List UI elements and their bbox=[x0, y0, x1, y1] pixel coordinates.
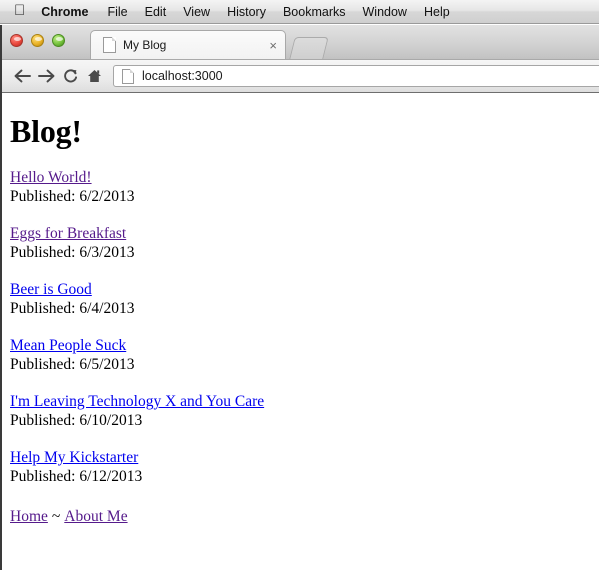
nav-link-home[interactable]: Home bbox=[10, 508, 48, 525]
page-icon bbox=[122, 68, 134, 84]
back-arrow-icon[interactable] bbox=[10, 64, 34, 88]
home-icon[interactable] bbox=[82, 64, 106, 88]
page-icon bbox=[103, 37, 116, 53]
menu-item-history[interactable]: History bbox=[227, 5, 266, 19]
post-link-mean-people-suck[interactable]: Mean People Suck bbox=[10, 337, 126, 354]
address-bar[interactable]: localhost:3000 bbox=[113, 65, 599, 87]
new-tab-button[interactable] bbox=[289, 37, 329, 59]
menu-item-help[interactable]: Help bbox=[424, 5, 450, 19]
post-link-eggs-for-breakfast[interactable]: Eggs for Breakfast bbox=[10, 225, 126, 242]
menu-item-view[interactable]: View bbox=[183, 5, 210, 19]
zoom-window-button[interactable] bbox=[52, 34, 65, 47]
nav-link-about-me[interactable]: About Me bbox=[64, 508, 127, 525]
post-published-date: Published: 6/3/2013 bbox=[10, 244, 135, 261]
reload-icon[interactable] bbox=[58, 64, 82, 88]
post-published-date: Published: 6/5/2013 bbox=[10, 356, 135, 373]
tab-my-blog[interactable]: My Blog × bbox=[90, 30, 286, 59]
post-link-beer-is-good[interactable]: Beer is Good bbox=[10, 281, 92, 298]
nav-separator: ~ bbox=[51, 508, 61, 525]
list-item: Eggs for Breakfast Published: 6/3/2013 bbox=[10, 225, 599, 262]
forward-arrow-icon[interactable] bbox=[34, 64, 58, 88]
window-controls bbox=[10, 34, 65, 47]
tab-strip: My Blog × bbox=[2, 25, 599, 60]
post-published-date: Published: 6/12/2013 bbox=[10, 468, 143, 485]
page-content: Blog! Hello World! Published: 6/2/2013 E… bbox=[2, 93, 599, 570]
list-item: Mean People Suck Published: 6/5/2013 bbox=[10, 337, 599, 374]
menu-item-file[interactable]: File bbox=[107, 5, 127, 19]
menu-item-window[interactable]: Window bbox=[363, 5, 407, 19]
post-link-help-my-kickstarter[interactable]: Help My Kickstarter bbox=[10, 449, 138, 466]
footer-navigation: Home ~ About Me bbox=[10, 508, 599, 526]
url-text: localhost:3000 bbox=[142, 69, 223, 83]
menu-item-bookmarks[interactable]: Bookmarks bbox=[283, 5, 346, 19]
list-item: I'm Leaving Technology X and You Care Pu… bbox=[10, 393, 599, 430]
page-title: Blog! bbox=[10, 113, 82, 149]
apple-logo-icon[interactable]:  bbox=[14, 3, 25, 18]
menu-item-edit[interactable]: Edit bbox=[145, 5, 167, 19]
post-published-date: Published: 6/10/2013 bbox=[10, 412, 143, 429]
browser-window: My Blog × localhost:3000 Blog! Hello Wor… bbox=[0, 25, 599, 570]
close-icon[interactable]: × bbox=[267, 39, 279, 52]
minimize-window-button[interactable] bbox=[31, 34, 44, 47]
post-link-im-leaving-technology-x[interactable]: I'm Leaving Technology X and You Care bbox=[10, 393, 264, 410]
browser-toolbar: localhost:3000 bbox=[2, 60, 599, 93]
post-link-hello-world[interactable]: Hello World! bbox=[10, 169, 92, 186]
close-window-button[interactable] bbox=[10, 34, 23, 47]
list-item: Hello World! Published: 6/2/2013 bbox=[10, 169, 599, 206]
menu-item-chrome[interactable]: Chrome bbox=[41, 5, 88, 19]
list-item: Beer is Good Published: 6/4/2013 bbox=[10, 281, 599, 318]
post-published-date: Published: 6/2/2013 bbox=[10, 188, 135, 205]
list-item: Help My Kickstarter Published: 6/12/2013 bbox=[10, 449, 599, 486]
post-published-date: Published: 6/4/2013 bbox=[10, 300, 135, 317]
macos-menu-bar:  Chrome File Edit View History Bookmark… bbox=[0, 0, 599, 24]
tab-title: My Blog bbox=[123, 38, 167, 52]
